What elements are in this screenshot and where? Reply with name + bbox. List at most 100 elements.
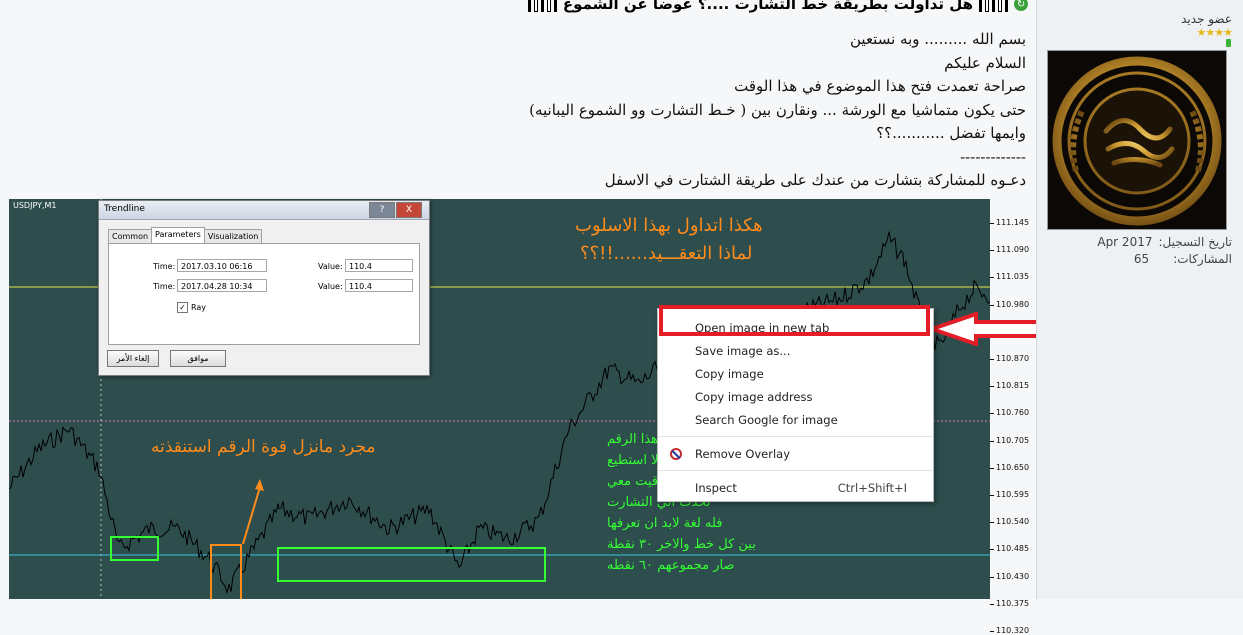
dialog-titlebar[interactable]: Trendline ? X [99,201,429,220]
post-body: بسم الله ......... وبه نستعين السلام علي… [36,28,1026,193]
price-tick-label: 111.090 [996,245,1030,255]
post-line: السلام عليكم [944,53,1026,72]
price-tick-label: 110.320 [996,626,1030,635]
dialog-title: Trendline [104,204,145,214]
price-tick-mark [990,413,994,415]
trendline-dialog: Trendline ? X Common Parameters Visualiz… [98,200,430,376]
price-tick-mark [990,467,994,469]
avatar-seal-icon [1052,56,1222,226]
annotation-green-line: فله لغة لابد ان تعرفها [607,516,723,531]
price-tick-label: 110.760 [996,408,1030,418]
rank-stars-icon: ★★★★ [1196,26,1233,39]
price-tick-mark [990,603,994,605]
price-tick-mark [990,250,994,252]
price-tick-mark [990,549,994,551]
value1-field[interactable]: 110.4 [345,259,413,272]
price-tick-label: 110.650 [996,462,1030,472]
orange-arrow-shaft [242,486,261,545]
menu-item-label: Save image as... [695,344,791,358]
value2-field[interactable]: 110.4 [345,279,413,292]
price-tick-label: 110.980 [996,299,1030,309]
time1-field[interactable]: 2017.03.10 06:16 [177,259,267,272]
menu-item-label: Remove Overlay [695,447,791,461]
registered-label: تاريخ التسجيل: [1158,235,1232,249]
price-tick-mark [990,495,994,496]
author-sidebar: عضو جديد ★★★★ تاريخ التسجيل: Apr 2017 الم… [1036,0,1243,599]
price-tick-label: 110.540 [996,517,1030,527]
price-tick-mark [990,304,994,306]
title-decoration-left [527,0,557,12]
time2-label: Time: [153,282,176,291]
price-tick-label: 110.870 [996,354,1030,363]
menu-search-google-for-image[interactable]: Search Google for image [658,409,933,431]
no-entry-icon [670,448,682,460]
price-tick-label: 110.485 [996,544,1030,554]
forum-post: ↻ هل تداولت بطريقة خط التشارت ....؟ عوضا… [0,0,1067,635]
tab-parameters[interactable]: Parameters [151,227,205,243]
price-tick-mark [990,631,994,632]
annotation-top-line1: هكذا اتداول بهذا الاسلوب [575,215,763,236]
time1-label: Time: [153,262,176,271]
price-tick-label: 110.595 [996,490,1030,499]
price-tick-label: 110.375 [996,598,1030,608]
menu-item-label: Copy image [695,367,764,381]
value2-label: Value: [318,282,343,291]
price-tick-mark [990,223,994,224]
post-status-icon: ↻ [1014,0,1028,11]
posts-label: المشاركات: [1173,252,1232,266]
price-tick-label: 111.035 [996,272,1030,282]
price-tick-mark [990,386,994,388]
menu-item-label: Inspect [695,481,737,495]
title-decoration-right [979,0,1008,12]
price-tick-label: 111.145 [996,218,1030,227]
help-button[interactable]: ? [369,202,395,218]
value1-label: Value: [318,262,343,271]
menu-item-label: Open image in new tab [695,321,830,335]
price-axis: 111.145111.090111.035110.980110.925110.8… [990,199,1030,635]
time2-field[interactable]: 2017.04.28 10:34 [177,279,267,292]
ray-label: Ray [191,303,207,312]
post-line: صراحة تعمدت فتح هذا الموضوع في هذا الوقت [734,77,1026,95]
post-line: دعـوه للمشاركة بتشارت من عندك على طريقة … [604,171,1026,189]
parameters-panel: Time: 2017.03.10 06:16 Value: 110.4 Time… [108,243,420,345]
post-title[interactable]: هل تداولت بطريقة خط التشارت ....؟ عوضا ع… [563,0,973,13]
registered-value: Apr 2017 [1097,235,1153,249]
menu-open-image-new-tab[interactable]: Open image in new tab [658,317,933,339]
ray-checkbox[interactable]: ✓ [177,302,188,313]
post-line: حتى يكون متماشيا مع الورشة ... ونقارن بي… [529,100,1026,119]
chart-symbol: USDJPY,M1 [13,201,57,210]
price-tick-mark [990,359,994,360]
post-line: ------------- [960,147,1026,166]
post-line: وايمها تفضل ...........؟؟ [876,124,1026,142]
annotation-middle: مجرد مانزل قوة الرقم استنقذته [151,437,376,457]
price-tick-label: 110.705 [996,435,1030,445]
menu-inspect[interactable]: Inspect Ctrl+Shift+I [658,477,933,499]
orange-arrow-head [255,479,264,491]
menu-item-shortcut: Ctrl+Shift+I [837,481,907,495]
menu-item-label: Search Google for image [695,413,838,427]
post-line: بسم الله ......... وبه نستعين [850,30,1026,48]
price-tick-mark [990,576,994,578]
annotation-green-line: بين كل خط والاخر ٣٠ نقطة [607,537,756,552]
menu-item-label: Copy image address [695,390,813,404]
price-tick-label: 110.430 [996,571,1030,581]
price-tick-mark [990,522,994,524]
menu-copy-image[interactable]: Copy image [658,363,933,385]
menu-copy-image-address[interactable]: Copy image address [658,386,933,408]
menu-remove-overlay[interactable]: Remove Overlay [658,443,933,465]
price-tick-label: 110.815 [996,381,1030,391]
green-box-wide [277,547,546,582]
posts-value: 65 [1133,252,1150,266]
annotation-top-line2: لماذا التعقـــيد......!!؟؟ [580,243,753,264]
avatar[interactable] [1047,50,1227,230]
cancel-button[interactable]: إلغاء الأمر [107,350,159,367]
ok-button[interactable]: موافق [170,350,226,367]
menu-save-image-as[interactable]: Save image as... [658,340,933,362]
user-stats: تاريخ التسجيل: Apr 2017 المشاركات: 65 [1097,234,1232,268]
price-tick-mark [990,440,994,442]
online-status-icon [1226,39,1231,47]
context-menu: Open image in new tab Save image as... C… [657,308,934,502]
price-tick-mark [990,277,994,279]
close-button[interactable]: X [396,202,422,218]
user-rank: عضو جديد [1181,12,1232,26]
